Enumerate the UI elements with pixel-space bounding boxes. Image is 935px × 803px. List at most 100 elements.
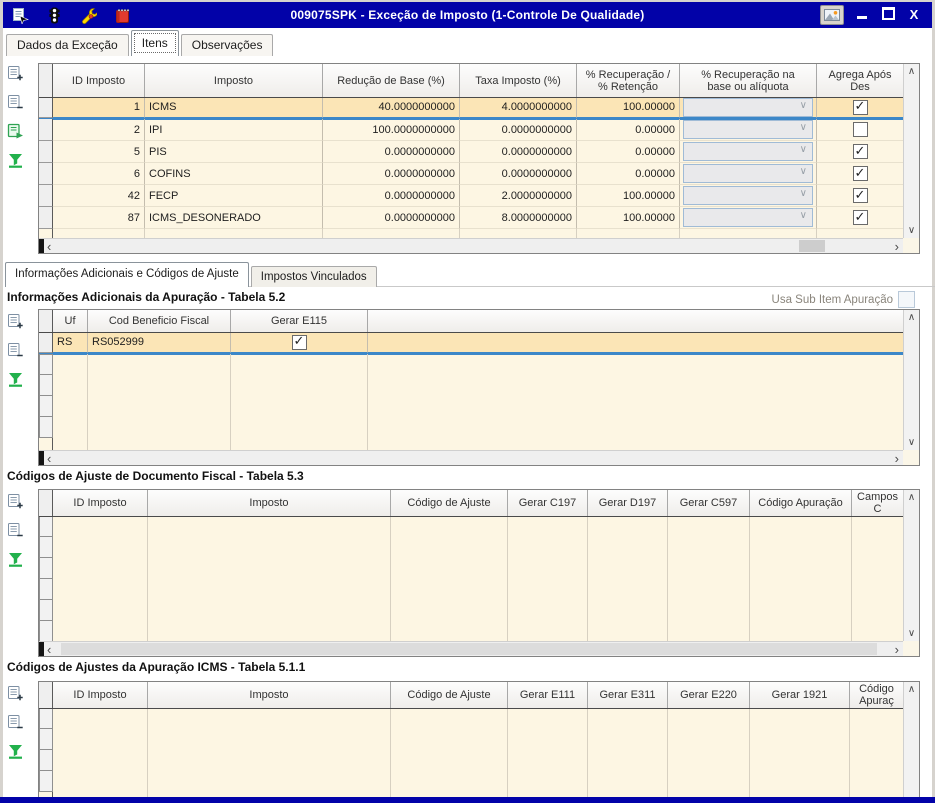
horizontal-scrollbar[interactable]: ‹ › (39, 238, 903, 253)
grid-cell[interactable]: 0.0000000000 (323, 185, 460, 207)
checkbox-cell[interactable] (853, 188, 868, 203)
grid-cell[interactable]: 1 (53, 97, 145, 118)
grid-cell[interactable]: COFINS (145, 163, 323, 185)
column-header[interactable]: Gerar 1921 (750, 682, 850, 708)
grid-row[interactable]: 42FECP0.00000000002.0000000000100.00000 (39, 185, 903, 207)
dropdown-cell[interactable] (683, 164, 813, 183)
go-to-bottom-button[interactable] (6, 550, 24, 568)
scroll-up-icon[interactable]: ∧ (904, 312, 919, 323)
grid-row[interactable]: 6COFINS0.00000000000.00000000000.00000 (39, 163, 903, 185)
grid-cell[interactable]: PIS (145, 141, 323, 163)
grid-cell[interactable]: 100.00000 (577, 185, 680, 207)
grid-cell[interactable]: ICMS (145, 97, 323, 118)
column-header[interactable]: Gerar C197 (508, 490, 588, 516)
column-header[interactable]: ID Imposto (53, 682, 148, 708)
column-header[interactable]: Gerar E115 (231, 310, 368, 332)
grid-cell[interactable]: 4.0000000000 (460, 97, 577, 118)
column-header[interactable]: Gerar D197 (588, 490, 668, 516)
column-header[interactable]: Gerar C597 (668, 490, 750, 516)
go-to-bottom-button[interactable] (6, 370, 24, 388)
close-button[interactable]: X (906, 8, 922, 22)
grid-cell[interactable]: 0.00000 (577, 141, 680, 163)
tab-impostos-vinculados[interactable]: Impostos Vinculados (251, 266, 377, 287)
add-record-button[interactable] (6, 684, 24, 702)
grid-cell[interactable]: 100.0000000000 (323, 119, 460, 141)
grid-cell[interactable]: 0.0000000000 (460, 119, 577, 141)
dropdown-cell[interactable] (683, 120, 813, 139)
maximize-button[interactable] (880, 7, 896, 23)
row-indicator[interactable] (39, 97, 53, 118)
row-indicator[interactable] (39, 207, 53, 229)
grid-cell[interactable]: 0.00000 (577, 119, 680, 141)
scroll-up-icon[interactable]: ∧ (904, 684, 919, 695)
column-header[interactable]: Taxa Imposto (%) (460, 64, 577, 97)
horizontal-scrollbar[interactable]: ‹ › (39, 450, 903, 465)
grid-cell[interactable]: 100.00000 (577, 207, 680, 229)
scroll-down-icon[interactable]: ∨ (904, 225, 919, 236)
scrollbar-thumb[interactable] (799, 240, 825, 252)
scroll-right-icon[interactable]: › (895, 239, 899, 253)
go-to-bottom-button[interactable] (6, 151, 24, 169)
horizontal-scrollbar[interactable]: ‹ › (39, 641, 903, 656)
grid-row[interactable]: 2IPI100.00000000000.00000000000.00000 (39, 119, 903, 141)
grid-cell[interactable]: 6 (53, 163, 145, 185)
delete-record-button[interactable] (6, 521, 24, 539)
column-header[interactable]: % Recuperação na base ou alíquota (680, 64, 817, 97)
grid-cell[interactable]: 5 (53, 141, 145, 163)
grid-511[interactable]: ID ImpostoImpostoCódigo de AjusteGerar E… (38, 681, 920, 798)
vertical-scrollbar[interactable]: ∧ (903, 682, 919, 798)
scroll-right-icon[interactable]: › (895, 642, 899, 656)
grid-cell[interactable]: 87 (53, 207, 145, 229)
grid-row[interactable]: 87ICMS_DESONERADO0.00000000008.000000000… (39, 207, 903, 229)
row-indicator[interactable] (39, 185, 53, 207)
usa-sub-item-checkbox[interactable] (898, 291, 915, 308)
add-record-button[interactable] (6, 312, 24, 330)
column-header[interactable]: Código Apuração (750, 490, 852, 516)
column-header[interactable]: Imposto (145, 64, 323, 97)
row-indicator[interactable] (39, 119, 53, 141)
column-header[interactable]: Imposto (148, 682, 391, 708)
column-header[interactable]: Imposto (148, 490, 391, 516)
tab-dados-da-excecao[interactable]: Dados da Exceção (6, 34, 129, 56)
delete-record-button[interactable] (6, 341, 24, 359)
checkbox-cell[interactable] (292, 335, 307, 350)
grid-row[interactable]: RSRS052999 (39, 332, 903, 354)
grid-cell[interactable]: 0.0000000000 (323, 141, 460, 163)
scroll-right-icon[interactable]: › (895, 451, 899, 465)
checkbox-cell[interactable] (853, 210, 868, 225)
grid-53[interactable]: ID ImpostoImpostoCódigo de AjusteGerar C… (38, 489, 920, 657)
grid-cell[interactable]: 0.0000000000 (460, 163, 577, 185)
row-indicator[interactable] (39, 141, 53, 163)
vertical-scrollbar[interactable]: ∧ ∨ (903, 64, 919, 238)
column-header[interactable]: Campos C (852, 490, 903, 516)
add-record-button[interactable] (6, 64, 24, 82)
column-header[interactable]: Uf (53, 310, 88, 332)
tab-itens[interactable]: Itens (131, 30, 179, 56)
vertical-scrollbar[interactable]: ∧ ∨ (903, 490, 919, 641)
grid-cell[interactable]: 0.0000000000 (323, 163, 460, 185)
dropdown-cell[interactable] (683, 142, 813, 161)
dropdown-cell[interactable] (683, 186, 813, 205)
column-header[interactable]: Gerar E311 (588, 682, 668, 708)
column-header[interactable]: Redução de Base (%) (323, 64, 460, 97)
grid-cell[interactable]: IPI (145, 119, 323, 141)
row-indicator[interactable] (39, 163, 53, 185)
grid-row[interactable]: 1ICMS40.00000000004.0000000000100.00000 (39, 97, 903, 119)
grid-cell[interactable]: ICMS_DESONERADO (145, 207, 323, 229)
scroll-left-icon[interactable]: ‹ (47, 642, 51, 656)
scroll-down-icon[interactable]: ∨ (904, 628, 919, 639)
main-grid[interactable]: ID ImpostoImpostoRedução de Base (%)Taxa… (38, 63, 920, 254)
tab-informacoes-adicionais[interactable]: Informações Adicionais e Códigos de Ajus… (5, 262, 249, 287)
checkbox-cell[interactable] (853, 122, 868, 137)
scroll-left-icon[interactable]: ‹ (47, 451, 51, 465)
grid-cell[interactable]: 0.00000 (577, 163, 680, 185)
checkbox-cell[interactable] (853, 100, 868, 115)
delete-record-button[interactable] (6, 93, 24, 111)
scroll-down-icon[interactable]: ∨ (904, 437, 919, 448)
grid-cell[interactable]: 100.00000 (577, 97, 680, 118)
grid-cell[interactable]: 0.0000000000 (460, 141, 577, 163)
column-header[interactable]: Código Apuraç (850, 682, 903, 708)
column-header[interactable]: Cod Beneficio Fiscal (88, 310, 231, 332)
column-header[interactable]: % Recuperação / % Retenção (577, 64, 680, 97)
scroll-up-icon[interactable]: ∧ (904, 66, 919, 77)
